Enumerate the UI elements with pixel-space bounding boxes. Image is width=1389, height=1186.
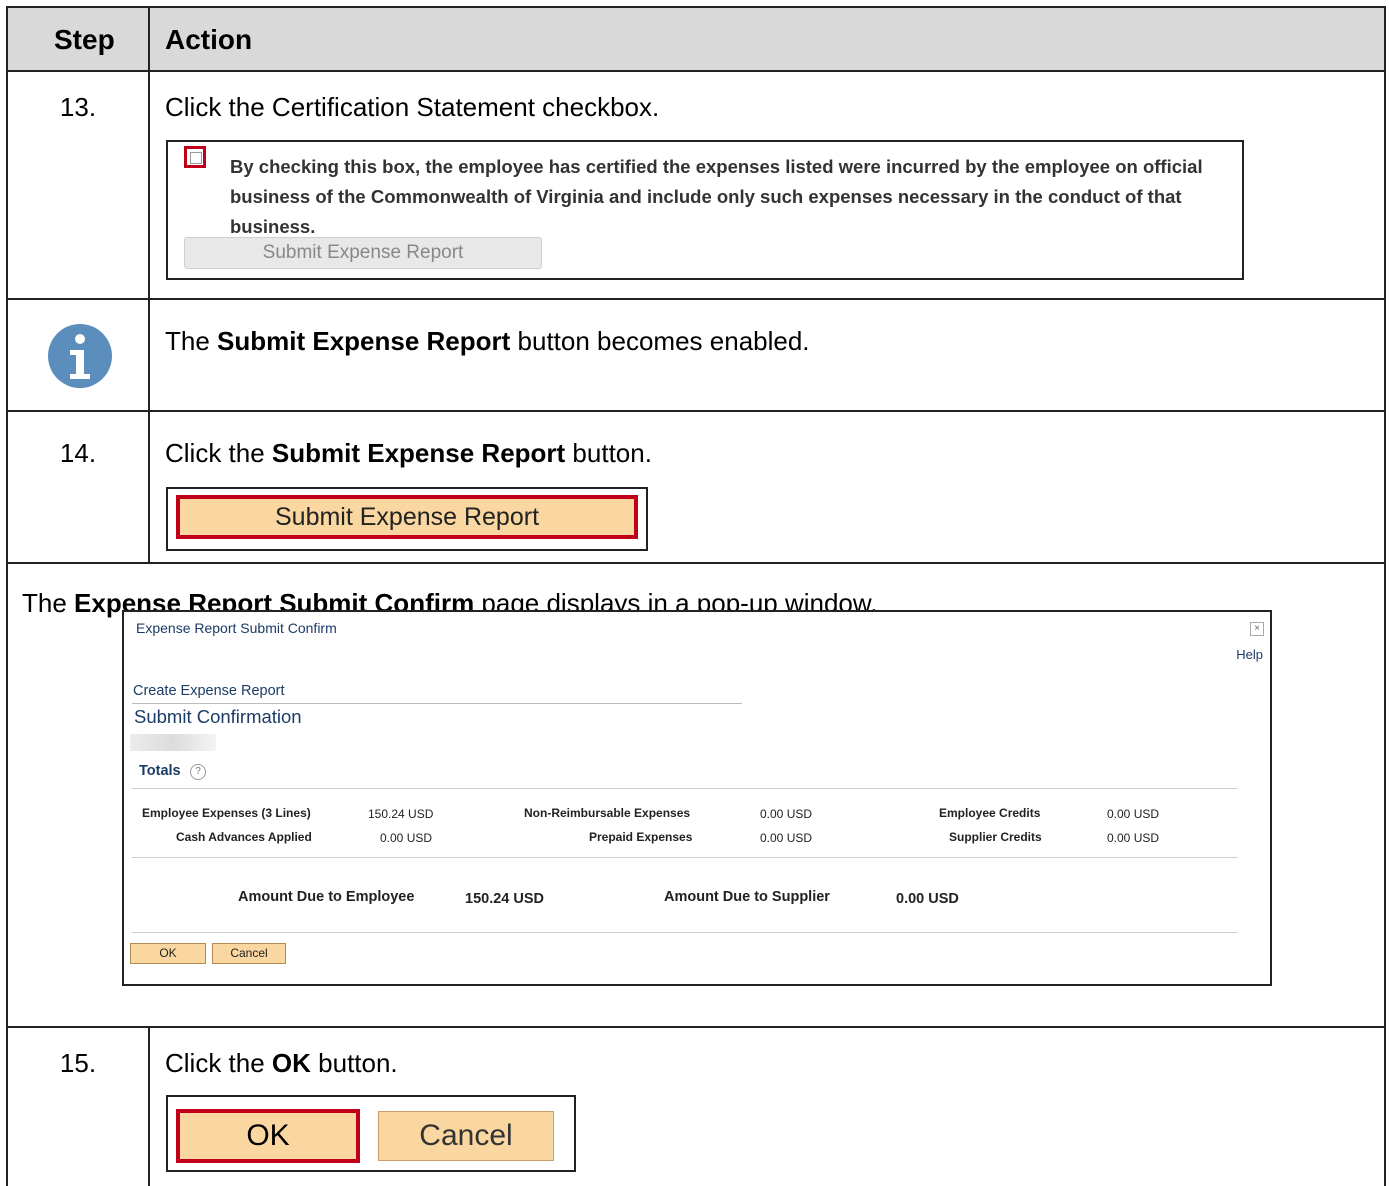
help-question-icon[interactable]: ? bbox=[190, 764, 206, 780]
step-15-row: 15. Click the OK button. OK Cancel bbox=[6, 1028, 1386, 1186]
step-cell: 15. bbox=[8, 1028, 150, 1186]
supplier-credits-label: Supplier Credits bbox=[949, 830, 1042, 844]
divider bbox=[132, 788, 1238, 789]
step-number: 14. bbox=[59, 438, 97, 468]
expense-report-submit-confirm-popup: Expense Report Submit Confirm × Help Cre… bbox=[122, 610, 1272, 986]
employee-expenses-value: 150.24 USD bbox=[368, 807, 434, 821]
supplier-credits-value: 0.00 USD bbox=[1107, 831, 1160, 845]
non-reimbursable-value: 0.00 USD bbox=[760, 807, 813, 821]
step-13-instruction: Click the Certification Statement checkb… bbox=[165, 92, 660, 122]
action-header: Action bbox=[165, 24, 253, 55]
submit-expense-report-button[interactable]: Submit Expense Report bbox=[176, 495, 638, 539]
ok-cancel-screenshot: OK Cancel bbox=[166, 1095, 576, 1172]
step-number: 13. bbox=[59, 92, 97, 122]
employee-credits-value: 0.00 USD bbox=[1107, 807, 1160, 821]
cancel-button[interactable]: Cancel bbox=[212, 943, 286, 964]
cancel-button-large[interactable]: Cancel bbox=[378, 1111, 554, 1161]
prepaid-expenses-label: Prepaid Expenses bbox=[589, 830, 693, 844]
popup-row: The Expense Report Submit Confirm page d… bbox=[6, 564, 1386, 1028]
totals-heading: Totals bbox=[139, 763, 181, 779]
step-15-instruction: Click the OK button. bbox=[165, 1048, 398, 1078]
submit-expense-report-button-disabled: Submit Expense Report bbox=[184, 237, 542, 269]
employee-credits-label: Employee Credits bbox=[939, 806, 1041, 820]
step-cell: 13. bbox=[8, 72, 150, 298]
certification-checkbox[interactable] bbox=[184, 146, 206, 168]
non-reimbursable-label: Non-Reimbursable Expenses bbox=[524, 806, 691, 820]
table-header-row: Step Action bbox=[6, 6, 1386, 72]
cash-advances-label: Cash Advances Applied bbox=[176, 830, 312, 844]
instruction-table: Step Action 13. Click the Certification … bbox=[6, 6, 1386, 1186]
page-title: Submit Confirmation bbox=[134, 706, 302, 727]
cash-advances-value: 0.00 USD bbox=[380, 831, 433, 845]
step-13-row: 13. Click the Certification Statement ch… bbox=[6, 72, 1386, 300]
divider bbox=[132, 703, 742, 704]
step-14-row: 14. Click the Submit Expense Report butt… bbox=[6, 412, 1386, 564]
redacted-field bbox=[130, 734, 216, 751]
certification-screenshot: By checking this box, the employee has c… bbox=[166, 140, 1244, 280]
breadcrumb: Create Expense Report bbox=[133, 683, 285, 699]
prepaid-expenses-value: 0.00 USD bbox=[760, 831, 813, 845]
step-14-instruction: Click the Submit Expense Report button. bbox=[165, 438, 652, 468]
info-icon bbox=[48, 324, 112, 388]
step-header-cell: Step bbox=[8, 8, 150, 70]
info-icon-cell bbox=[8, 300, 150, 410]
amount-due-employee-label: Amount Due to Employee bbox=[238, 889, 415, 905]
ok-button-highlighted[interactable]: OK bbox=[176, 1109, 360, 1163]
info-row: The Submit Expense Report button becomes… bbox=[6, 300, 1386, 412]
submit-button-screenshot: Submit Expense Report bbox=[166, 487, 648, 551]
ok-button[interactable]: OK bbox=[130, 943, 206, 964]
close-icon[interactable]: × bbox=[1250, 622, 1264, 636]
amount-due-employee-value: 150.24 USD bbox=[465, 891, 544, 907]
popup-title: Expense Report Submit Confirm bbox=[136, 620, 337, 636]
step-cell: 14. bbox=[8, 412, 150, 562]
step-header: Step bbox=[54, 24, 115, 55]
step-number: 15. bbox=[59, 1048, 97, 1078]
divider bbox=[132, 932, 1238, 933]
certification-statement: By checking this box, the employee has c… bbox=[230, 156, 1203, 237]
help-link[interactable]: Help bbox=[1236, 647, 1263, 662]
amount-due-supplier-label: Amount Due to Supplier bbox=[664, 889, 830, 905]
info-text: The Submit Expense Report button becomes… bbox=[165, 326, 810, 356]
amount-due-supplier-value: 0.00 USD bbox=[896, 891, 959, 907]
employee-expenses-label: Employee Expenses (3 Lines) bbox=[142, 806, 311, 820]
divider bbox=[132, 857, 1238, 858]
